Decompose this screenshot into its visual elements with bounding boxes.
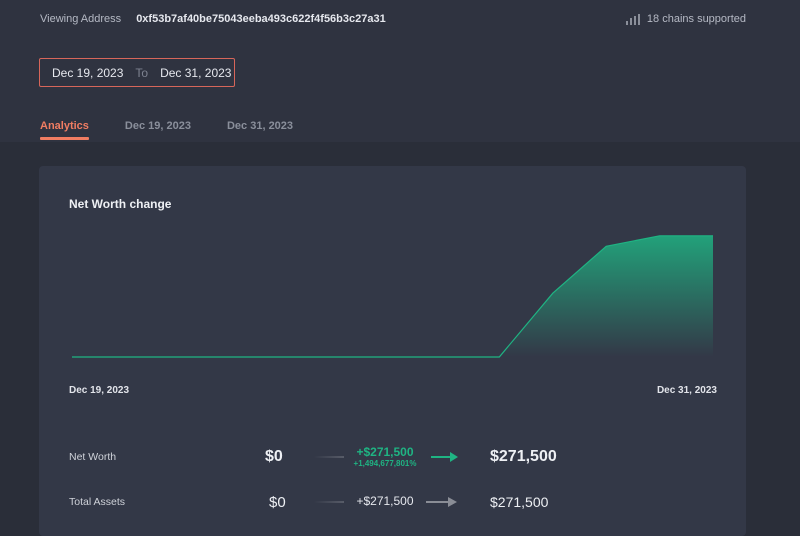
delta-value: +$271,500 [356, 494, 414, 508]
chart-area-fill [499, 235, 713, 357]
metric-name: Net Worth [69, 451, 117, 463]
metric-start-value: $0 [269, 494, 286, 511]
end-date[interactable]: Dec 31, 2023 [160, 66, 231, 80]
delta-percent: +1,494,677,801% [353, 459, 417, 468]
net-worth-chart [72, 235, 713, 358]
metric-end-value: $271,500 [490, 494, 549, 510]
x-axis-start-label: Dec 19, 2023 [69, 385, 130, 396]
arrow-right-icon [431, 452, 458, 462]
metric-end-value: $271,500 [490, 448, 557, 465]
chains-supported[interactable]: 18 chains supported [625, 13, 746, 25]
chains-supported-label: 18 chains supported [646, 13, 746, 25]
to-label: To [135, 65, 149, 80]
metric-name: Total Assets [69, 496, 126, 508]
viewing-address-row: Viewing Address 0xf53b7af40be75043eeba49… [40, 13, 386, 25]
signal-bars-icon [625, 13, 640, 25]
date-range-picker[interactable]: Dec 19, 2023 To Dec 31, 2023 [39, 58, 235, 87]
header-section: Viewing Address 0xf53b7af40be75043eeba49… [0, 0, 800, 142]
tab-bar: Analytics Dec 19, 2023 Dec 31, 2023 [40, 120, 329, 140]
start-date[interactable]: Dec 19, 2023 [52, 66, 123, 80]
wallet-address[interactable]: 0xf53b7af40be75043eeba493c622f4f56b3c27a… [136, 13, 386, 25]
tab-analytics[interactable]: Analytics [40, 120, 89, 140]
metric-row-total-assets: Total Assets $0 +$271,500 $271,500 [39, 484, 746, 524]
arrow-right-icon [426, 497, 457, 507]
tab-end-date[interactable]: Dec 31, 2023 [227, 120, 293, 139]
metric-start-value: $0 [265, 448, 283, 465]
delta-value: +$271,500 [356, 445, 414, 459]
net-worth-card: Net Worth change Dec 19, 2023 Dec 31, 20… [39, 166, 746, 536]
tab-start-date[interactable]: Dec 19, 2023 [125, 120, 191, 139]
metric-delta: +$271,500 +1,494,677,801% [337, 445, 433, 468]
metric-row-net-worth: Net Worth $0 +$271,500 +1,494,677,801% $… [39, 438, 746, 478]
metric-delta: +$271,500 [337, 494, 433, 508]
x-axis-end-label: Dec 31, 2023 [656, 385, 717, 396]
viewing-address-label: Viewing Address [40, 13, 122, 25]
